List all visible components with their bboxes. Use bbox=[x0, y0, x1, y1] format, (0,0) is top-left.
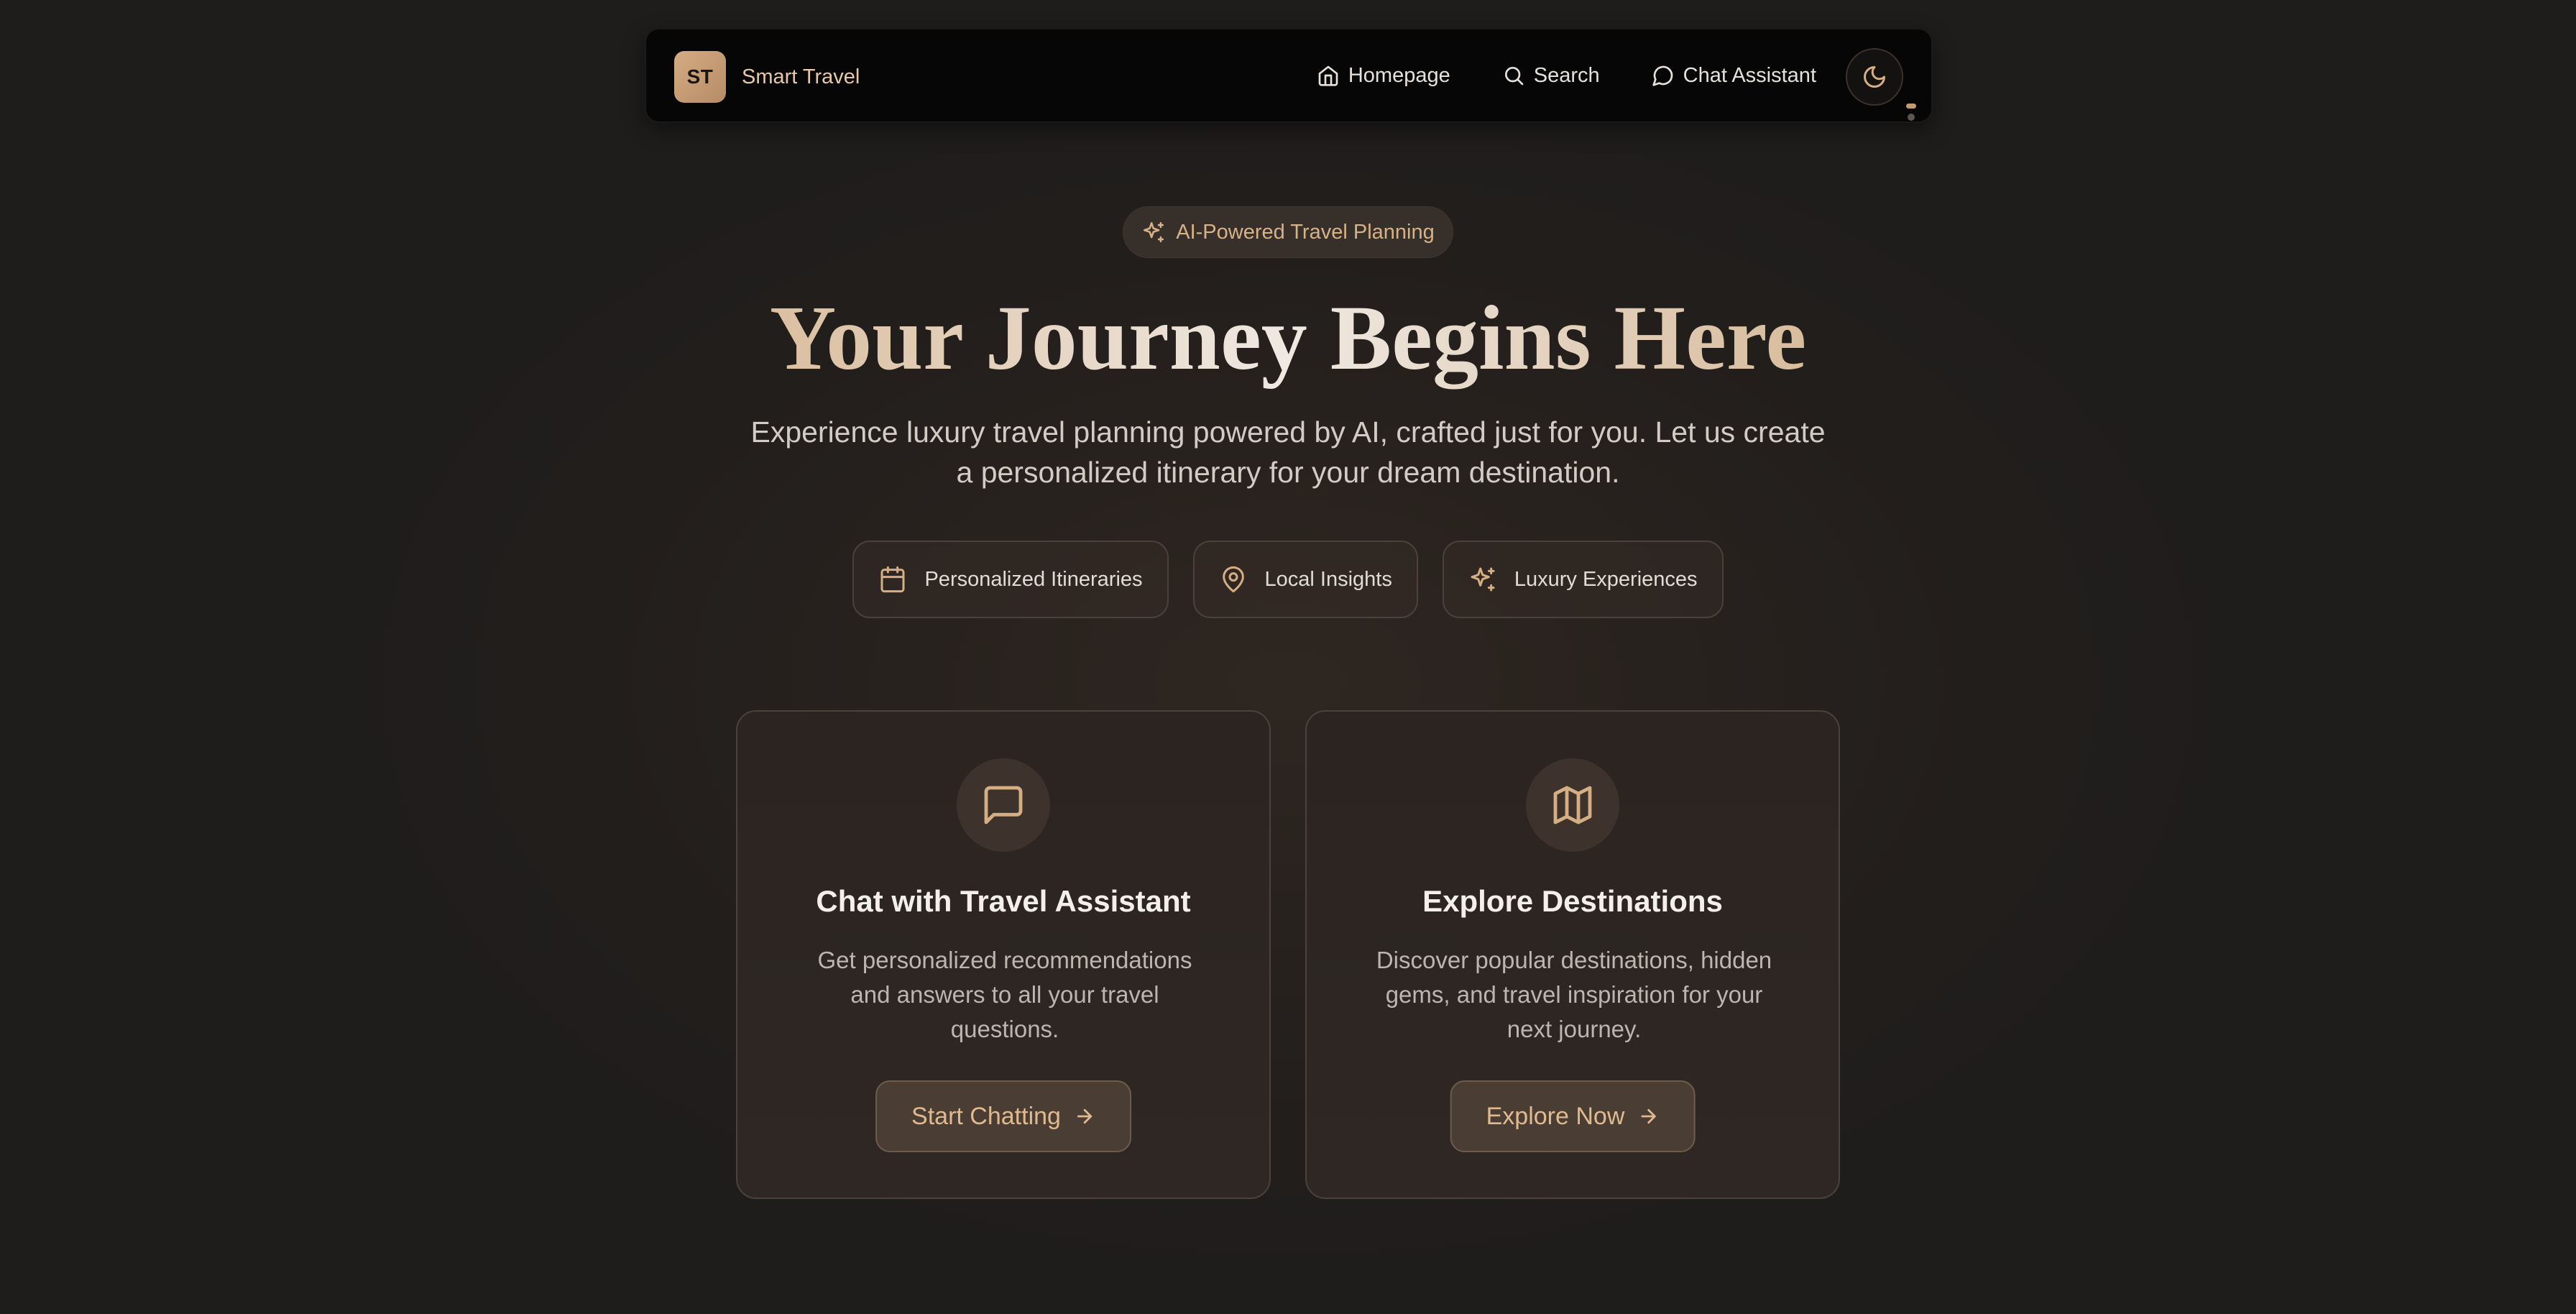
message-square-icon bbox=[984, 786, 1023, 824]
nav-link-label: Chat Assistant bbox=[1683, 63, 1816, 87]
card-description: Get personalized recommendations and ans… bbox=[817, 947, 1192, 1042]
nav-link-chat-assistant[interactable]: Chat Assistant bbox=[1652, 64, 1816, 88]
feature-chips: Personalized Itineraries Local Insights … bbox=[0, 541, 2576, 618]
map-icon bbox=[1553, 786, 1592, 824]
nav-links: Homepage Search Chat Assistant bbox=[1265, 29, 1816, 121]
button-label: Start Chatting bbox=[911, 1102, 1061, 1130]
hero-title: Your Journey Begins Here bbox=[0, 277, 2576, 399]
map-pin-icon bbox=[1222, 566, 1244, 593]
ai-badge-label: AI-Powered Travel Planning bbox=[1176, 220, 1435, 244]
sparkles-icon bbox=[1471, 567, 1495, 592]
explore-destinations-card: Explore Destinations Discover popular de… bbox=[1305, 710, 1840, 1199]
feature-chip-luxury: Luxury Experiences bbox=[1442, 541, 1724, 618]
start-chatting-button[interactable]: Start Chatting bbox=[875, 1080, 1131, 1152]
button-label: Explore Now bbox=[1486, 1102, 1625, 1130]
nav-link-label: Homepage bbox=[1348, 63, 1450, 87]
hero-subtitle: Experience luxury travel planning powere… bbox=[750, 415, 1826, 489]
theme-toggle-button[interactable] bbox=[1846, 48, 1903, 106]
moon-icon bbox=[1864, 66, 1885, 88]
search-icon bbox=[1504, 67, 1524, 86]
brand-name: Smart Travel bbox=[742, 65, 860, 88]
brand-logo: ST bbox=[674, 51, 726, 103]
card-description: Discover popular destinations, hidden ge… bbox=[1376, 947, 1772, 1042]
home-icon bbox=[1318, 65, 1338, 86]
sparkles-icon bbox=[1144, 221, 1164, 243]
chat-assistant-card: Chat with Travel Assistant Get personali… bbox=[736, 710, 1271, 1199]
feature-chip-itineraries: Personalized Itineraries bbox=[852, 541, 1169, 618]
explore-now-button[interactable]: Explore Now bbox=[1450, 1080, 1696, 1152]
calendar-icon bbox=[880, 566, 905, 593]
arrow-right-icon bbox=[1641, 1108, 1656, 1124]
card-icon-circle bbox=[1526, 758, 1619, 852]
indicator-dot-accent bbox=[1906, 104, 1916, 109]
brand[interactable]: ST Smart Travel bbox=[674, 51, 860, 103]
message-circle-icon bbox=[1652, 65, 1673, 86]
arrow-right-icon bbox=[1077, 1108, 1092, 1124]
feature-chip-local-insights: Local Insights bbox=[1192, 541, 1418, 618]
indicator-dot bbox=[1908, 114, 1915, 121]
card-title: Chat with Travel Assistant bbox=[816, 884, 1191, 918]
card-icon-circle bbox=[957, 758, 1050, 852]
card-title: Explore Destinations bbox=[1422, 884, 1723, 918]
nav-link-search[interactable]: Search bbox=[1502, 64, 1600, 88]
nav-link-label: Search bbox=[1533, 63, 1600, 87]
nav-link-homepage[interactable]: Homepage bbox=[1317, 64, 1450, 88]
feature-chip-label: Luxury Experiences bbox=[1514, 567, 1698, 591]
feature-chip-label: Local Insights bbox=[1264, 567, 1392, 591]
top-navbar: ST Smart Travel Homepage Search Chat Ass… bbox=[645, 28, 1933, 123]
ai-badge: AI-Powered Travel Planning bbox=[1123, 206, 1453, 258]
feature-chip-label: Personalized Itineraries bbox=[924, 567, 1143, 591]
